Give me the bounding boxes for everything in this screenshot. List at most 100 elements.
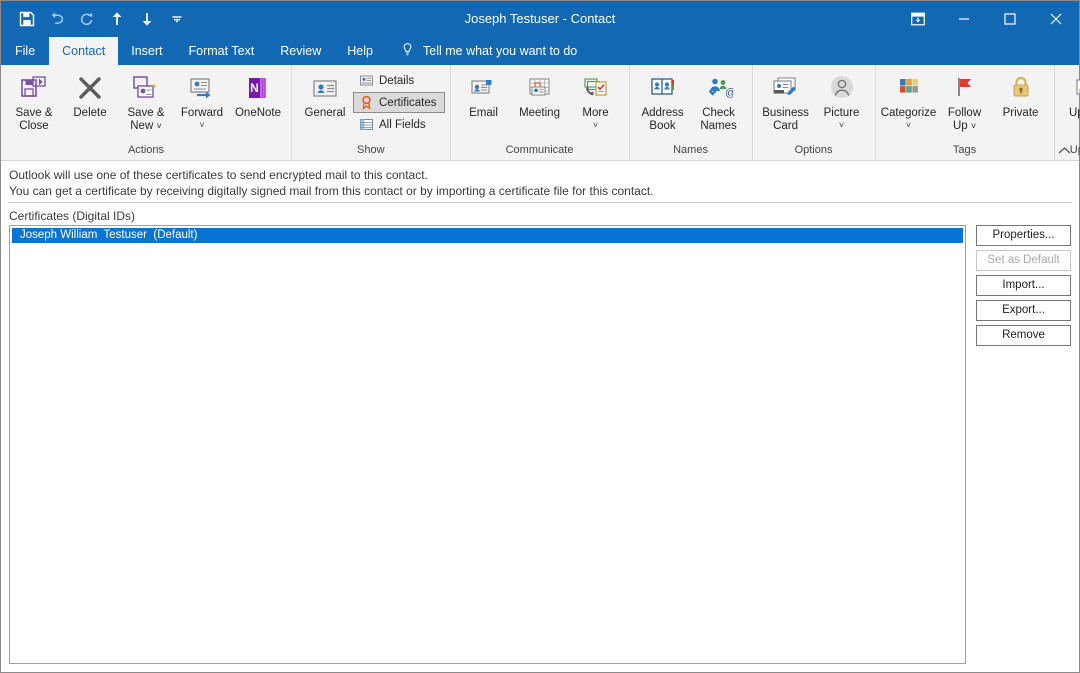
certificates-list-label: Certificates (Digital IDs) (9, 209, 1071, 223)
meeting-button[interactable]: Meeting (512, 68, 568, 140)
details-icon (358, 73, 374, 89)
certificate-actions: Properties... Set as Default Import... E… (976, 225, 1071, 346)
forward-button[interactable]: Forward ˅ (174, 68, 230, 140)
ribbon-group-communicate: Email Meeting (450, 65, 629, 160)
list-item[interactable]: Joseph William Testuser (Default) (12, 228, 963, 243)
business-card-label: BusinessCard (757, 107, 815, 133)
ribbon-group-label-show: Show (292, 142, 450, 160)
certificates-button[interactable]: Certificates (353, 92, 445, 113)
export-button[interactable]: Export... (976, 300, 1071, 321)
delete-label: Delete (61, 107, 119, 120)
quick-access-toolbar (1, 1, 191, 37)
ribbon-group-actions: Save &Close Delete (1, 65, 291, 160)
tell-me-label: Tell me what you want to do (423, 44, 577, 58)
more-communicate-icon (582, 72, 610, 104)
ribbon-group-options: BusinessCard Picture ˅ (752, 65, 875, 160)
onenote-label: OneNote (229, 107, 287, 120)
import-button[interactable]: Import... (976, 275, 1071, 296)
check-names-icon: @ (705, 72, 733, 104)
details-label: Details (379, 75, 414, 87)
ribbon-tab-bar: File Contact Insert Format Text Review H… (1, 37, 1079, 65)
address-book-icon (649, 72, 677, 104)
address-book-label: AddressBook (634, 107, 692, 133)
save-and-close-icon (19, 72, 49, 104)
address-book-button[interactable]: AddressBook (635, 68, 691, 140)
save-and-new-button[interactable]: Save & New ˅ (118, 68, 174, 140)
ribbon-group-label-actions: Actions (1, 142, 291, 160)
delete-icon (76, 72, 104, 104)
maximize-button[interactable] (987, 1, 1033, 37)
save-and-close-button[interactable]: Save &Close (6, 68, 62, 140)
more-communicate-button[interactable]: More ˅ (568, 68, 624, 140)
general-button[interactable]: General (297, 68, 353, 140)
meeting-icon (526, 72, 554, 104)
business-card-icon (772, 72, 800, 104)
certificates-label: Certificates (379, 97, 437, 109)
info-line-2: You can get a certificate by receiving d… (9, 183, 1071, 199)
all-fields-label: All Fields (379, 119, 426, 131)
business-card-button[interactable]: BusinessCard (758, 68, 814, 140)
certificates-page: Outlook will use one of these certificat… (1, 161, 1079, 672)
private-label: Private (992, 107, 1050, 120)
meeting-label: Meeting (511, 107, 569, 120)
info-block: Outlook will use one of these certificat… (9, 167, 1071, 203)
details-button[interactable]: Details (353, 70, 445, 91)
ribbon-group-label-options: Options (753, 142, 875, 160)
certificates-content: Joseph William Testuser (Default) Proper… (9, 225, 1071, 664)
certificates-list[interactable]: Joseph William Testuser (Default) (9, 225, 966, 664)
update-label: Update (1059, 107, 1080, 120)
email-button[interactable]: Email (456, 68, 512, 140)
save-and-new-icon (131, 72, 161, 104)
svg-text:N: N (250, 81, 259, 95)
previous-item-icon[interactable] (103, 5, 131, 33)
minimize-button[interactable] (941, 1, 987, 37)
picture-icon (827, 72, 857, 104)
undo-icon[interactable] (43, 5, 71, 33)
follow-up-flag-icon (951, 72, 979, 104)
tab-contact[interactable]: Contact (49, 37, 118, 65)
ribbon-group-label-tags: Tags (876, 142, 1054, 160)
tab-file[interactable]: File (1, 37, 49, 65)
follow-up-label: Follow Up ˅ (936, 107, 994, 133)
forward-label: Forward ˅ (173, 107, 231, 129)
tab-insert[interactable]: Insert (118, 37, 175, 65)
remove-button[interactable]: Remove (976, 325, 1071, 346)
private-button[interactable]: Private (993, 68, 1049, 140)
ribbon: Save &Close Delete (1, 65, 1079, 161)
all-fields-button[interactable]: All Fields (353, 114, 445, 135)
ribbon-display-options-icon[interactable] (895, 1, 941, 37)
close-button[interactable] (1033, 1, 1079, 37)
picture-button[interactable]: Picture ˅ (814, 68, 870, 140)
check-names-label: CheckNames (690, 107, 748, 133)
tab-format-text[interactable]: Format Text (176, 37, 268, 65)
update-button[interactable]: Update (1060, 68, 1080, 140)
customize-quick-access-toolbar-icon[interactable] (163, 5, 191, 33)
check-names-button[interactable]: @ CheckNames (691, 68, 747, 140)
set-as-default-button: Set as Default (976, 250, 1071, 271)
email-icon (470, 72, 498, 104)
delete-button[interactable]: Delete (62, 68, 118, 140)
lightbulb-icon (400, 42, 415, 60)
tab-review[interactable]: Review (267, 37, 334, 65)
categorize-label: Categorize ˅ (880, 107, 938, 129)
onenote-button[interactable]: N OneNote (230, 68, 286, 140)
next-item-icon[interactable] (133, 5, 161, 33)
forward-icon (187, 72, 217, 104)
info-line-1: Outlook will use one of these certificat… (9, 167, 1071, 183)
categorize-button[interactable]: Categorize ˅ (881, 68, 937, 140)
save-icon[interactable] (13, 5, 41, 33)
ribbon-group-tags: Categorize ˅ Follow Up ˅ (875, 65, 1054, 160)
svg-text:@: @ (725, 87, 733, 99)
outlook-contact-window: Joseph Testuser - Contact File Contac (0, 0, 1080, 673)
tell-me-search[interactable]: Tell me what you want to do (386, 37, 577, 65)
save-and-close-label: Save &Close (5, 107, 63, 133)
ribbon-group-names: AddressBook @ (629, 65, 752, 160)
tab-help[interactable]: Help (334, 37, 386, 65)
redo-icon[interactable] (73, 5, 101, 33)
private-lock-icon (1007, 72, 1035, 104)
show-small-buttons: Details Certificates (353, 68, 445, 135)
properties-button[interactable]: Properties... (976, 225, 1071, 246)
follow-up-button[interactable]: Follow Up ˅ (937, 68, 993, 140)
collapse-ribbon-icon[interactable] (1055, 142, 1073, 158)
onenote-icon: N (244, 72, 272, 104)
